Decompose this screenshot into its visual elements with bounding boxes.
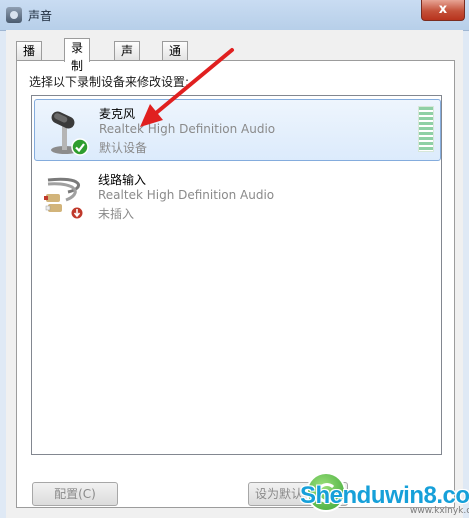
watermark-subtext: www.kxinyk.com — [410, 506, 469, 516]
unplugged-icon — [70, 206, 84, 220]
watermark: Shenduwin8.com www.kxinyk.com — [288, 470, 469, 518]
device-description: Realtek High Definition Audio — [98, 188, 275, 202]
device-row-line-in[interactable]: 线路输入 Realtek High Definition Audio 未插入 — [34, 166, 439, 228]
tab-recording[interactable]: 录制 — [64, 38, 91, 73]
device-name: 线路输入 — [98, 173, 147, 187]
window-title: 声音 — [28, 9, 53, 23]
device-status: 默认设备 — [99, 141, 148, 155]
tab-communications[interactable]: 通信 — [162, 41, 189, 76]
device-row-microphone[interactable]: 麦克风 Realtek High Definition Audio 默认设备 — [34, 99, 441, 161]
dialog-client: 播放 录制 声音 通信 选择以下录制设备来修改设置: 麦克风 Realtek — [6, 30, 463, 518]
level-meter — [418, 106, 434, 152]
default-check-icon — [71, 138, 89, 156]
device-status: 未插入 — [98, 207, 135, 221]
instruction-text: 选择以下录制设备来修改设置: — [29, 75, 190, 89]
device-name: 麦克风 — [99, 107, 136, 121]
tab-sounds[interactable]: 声音 — [114, 41, 141, 76]
speaker-app-icon — [6, 7, 22, 23]
device-list[interactable]: 麦克风 Realtek High Definition Audio 默认设备 线… — [31, 95, 442, 455]
configure-button[interactable]: 配置(C) — [32, 482, 118, 506]
title-bar: 声音 x — [0, 0, 469, 31]
recording-panel: 选择以下录制设备来修改设置: 麦克风 Realtek High Definiti… — [16, 60, 455, 508]
tab-playback[interactable]: 播放 — [16, 41, 43, 76]
close-button[interactable]: x — [421, 0, 465, 21]
device-description: Realtek High Definition Audio — [99, 122, 276, 136]
